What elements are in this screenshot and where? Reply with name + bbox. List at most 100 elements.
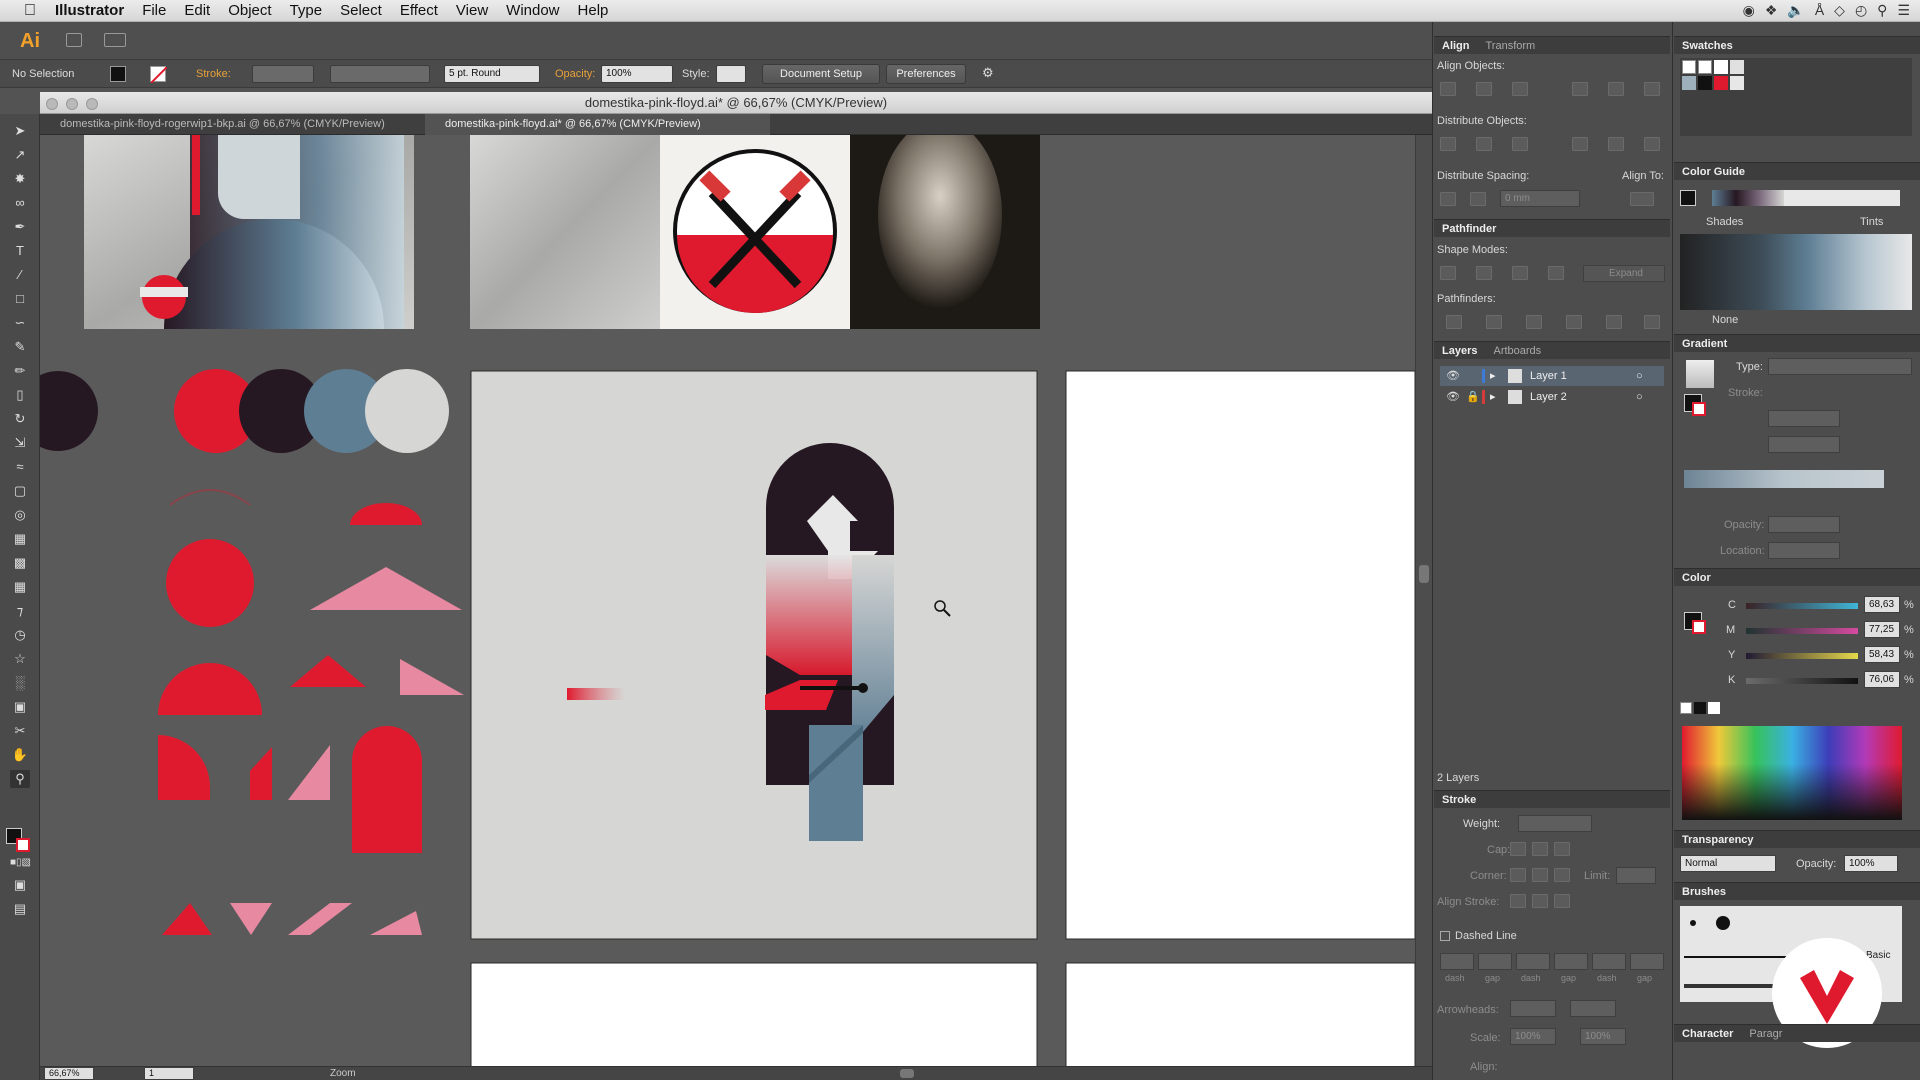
layers-panel-header[interactable]: Layers Artboards	[1434, 341, 1670, 359]
brushes-panel-header[interactable]: Brushes	[1674, 882, 1920, 900]
align-bottom-icon[interactable]	[1644, 82, 1660, 96]
menu-view[interactable]: View	[447, 2, 497, 19]
layer-row-2[interactable]: 👁 🔒 ▸ Layer 2 ○	[1440, 387, 1664, 407]
minimize-window-button[interactable]	[66, 98, 78, 110]
wifi-icon[interactable]: ◇	[1834, 2, 1845, 19]
gap-field-1[interactable]	[1478, 953, 1512, 970]
menu-edit[interactable]: Edit	[175, 2, 219, 19]
gap-field-3[interactable]	[1630, 953, 1664, 970]
swatch-black[interactable]	[1698, 76, 1712, 90]
menu-effect[interactable]: Effect	[391, 2, 447, 19]
swatch-blue-gray[interactable]	[1682, 76, 1696, 90]
stroke-color-icon[interactable]	[16, 838, 30, 852]
color-guide-panel-header[interactable]: Color Guide	[1674, 162, 1920, 180]
color-stroke-icon[interactable]	[1692, 620, 1706, 634]
gradient-tool-icon[interactable]: ▦	[10, 578, 30, 596]
scroll-thumb[interactable]	[1419, 565, 1429, 583]
color-panel-header[interactable]: Color	[1674, 568, 1920, 586]
eyedropper-icon[interactable]: ⁊	[10, 602, 30, 620]
brush-large-round[interactable]	[1716, 916, 1730, 930]
swatch-gray[interactable]	[1730, 60, 1744, 74]
swatch-red[interactable]	[1714, 76, 1728, 90]
tab-transform[interactable]: Transform	[1486, 40, 1536, 52]
spotlight-icon[interactable]: ⚲	[1877, 2, 1887, 19]
brush-small-round[interactable]	[1690, 920, 1696, 926]
magic-wand-icon[interactable]: ✸	[10, 170, 30, 188]
dist-vcenter-icon[interactable]	[1476, 137, 1492, 151]
mesh-tool-icon[interactable]: ▩	[10, 554, 30, 572]
menu-object[interactable]: Object	[219, 2, 280, 19]
tab-pink-floyd[interactable]: domestika-pink-floyd.ai* @ 66,67% (CMYK/…	[425, 114, 770, 135]
cyan-value[interactable]: 68,63	[1864, 596, 1900, 613]
zoom-level-field[interactable]: 66,67%	[44, 1067, 94, 1080]
exclude-icon[interactable]	[1548, 266, 1564, 280]
slice-tool-icon[interactable]: ✂	[10, 722, 30, 740]
limit-field[interactable]	[1616, 867, 1656, 884]
stroke-weight-field[interactable]	[252, 65, 314, 83]
stroke-panel-header[interactable]: Stroke	[1434, 790, 1670, 808]
crop-icon[interactable]	[1566, 315, 1582, 329]
document-setup-button[interactable]: Document Setup	[762, 64, 880, 84]
gradient-ratio-field[interactable]	[1768, 436, 1840, 453]
menu-help[interactable]: Help	[569, 2, 618, 19]
none-color-icon[interactable]	[1680, 702, 1692, 714]
hscroll-thumb[interactable]	[900, 1069, 914, 1078]
arrowhead-end[interactable]	[1570, 1000, 1616, 1017]
align-top-icon[interactable]	[1572, 82, 1588, 96]
align-vcenter-icon[interactable]	[1608, 82, 1624, 96]
align-to-dropdown[interactable]	[1630, 192, 1654, 206]
visibility-eye-icon[interactable]: 👁	[1446, 366, 1460, 386]
pencil-icon[interactable]: ✎	[10, 338, 30, 356]
dist-hspace-icon[interactable]	[1470, 192, 1486, 206]
brush-definition[interactable]: 5 pt. Round	[444, 65, 540, 83]
black-color-icon[interactable]	[1694, 702, 1706, 714]
opacity-field[interactable]: 100%	[601, 65, 673, 83]
blend-mode-dropdown[interactable]: Normal	[1680, 855, 1776, 872]
dash-field-1[interactable]	[1440, 953, 1474, 970]
close-window-button[interactable]	[46, 98, 58, 110]
dist-top-icon[interactable]	[1440, 137, 1456, 151]
miter-join-icon[interactable]	[1510, 868, 1526, 882]
arrange-icon[interactable]: ⚙	[982, 65, 994, 81]
list-icon[interactable]: ☰	[1897, 2, 1910, 19]
zoom-window-button[interactable]	[86, 98, 98, 110]
dropbox-icon[interactable]: ❖	[1765, 2, 1778, 19]
spacing-field[interactable]: 0 mm	[1500, 190, 1580, 207]
lock-icon[interactable]: 🔒	[1466, 387, 1480, 407]
artboard-2[interactable]	[1065, 370, 1415, 940]
screen-mode-icon[interactable]: ▤	[10, 900, 30, 918]
direct-selection-tool-icon[interactable]: ↗	[10, 146, 30, 164]
tab-layers[interactable]: Layers	[1442, 345, 1477, 357]
round-cap-icon[interactable]	[1532, 842, 1548, 856]
color-spectrum[interactable]	[1682, 726, 1902, 820]
rectangle-tool-icon[interactable]: □	[10, 290, 30, 308]
merge-icon[interactable]	[1526, 315, 1542, 329]
transparency-opacity-field[interactable]: 100%	[1844, 855, 1898, 872]
harmony-rest[interactable]	[1784, 190, 1900, 206]
artboard-number-field[interactable]: 1	[144, 1067, 194, 1080]
menu-select[interactable]: Select	[331, 2, 391, 19]
swatch-registration[interactable]	[1698, 60, 1712, 74]
opacity-label[interactable]: Opacity:	[555, 68, 595, 80]
shape-builder-icon[interactable]: ◎	[10, 506, 30, 524]
apple-icon[interactable]: 	[0, 2, 46, 20]
menu-file[interactable]: File	[133, 2, 175, 19]
variable-width-profile[interactable]	[330, 65, 430, 83]
base-color-swatch[interactable]	[1680, 190, 1696, 206]
target-circle-icon[interactable]: ○	[1636, 387, 1643, 407]
artboard-3[interactable]	[470, 962, 1038, 1070]
volume-icon[interactable]: 🔈	[1787, 2, 1804, 19]
artboard-tool-icon[interactable]: ▣	[10, 698, 30, 716]
scale-start-field[interactable]: 100%	[1510, 1028, 1556, 1045]
align-center-stroke-icon[interactable]	[1510, 894, 1526, 908]
line-tool-icon[interactable]: ∕	[10, 266, 30, 284]
menu-type[interactable]: Type	[281, 2, 332, 19]
expand-button[interactable]: Expand	[1583, 265, 1665, 282]
column-graph-icon[interactable]: ░	[10, 674, 30, 692]
arrange-documents-icon[interactable]	[104, 33, 126, 47]
bluetooth-icon[interactable]: Å	[1815, 2, 1824, 19]
style-swatch[interactable]	[716, 65, 746, 83]
unite-icon[interactable]	[1440, 266, 1456, 280]
gradient-slider[interactable]	[1684, 470, 1884, 488]
zoom-tool-icon[interactable]: ⚲	[10, 770, 30, 788]
